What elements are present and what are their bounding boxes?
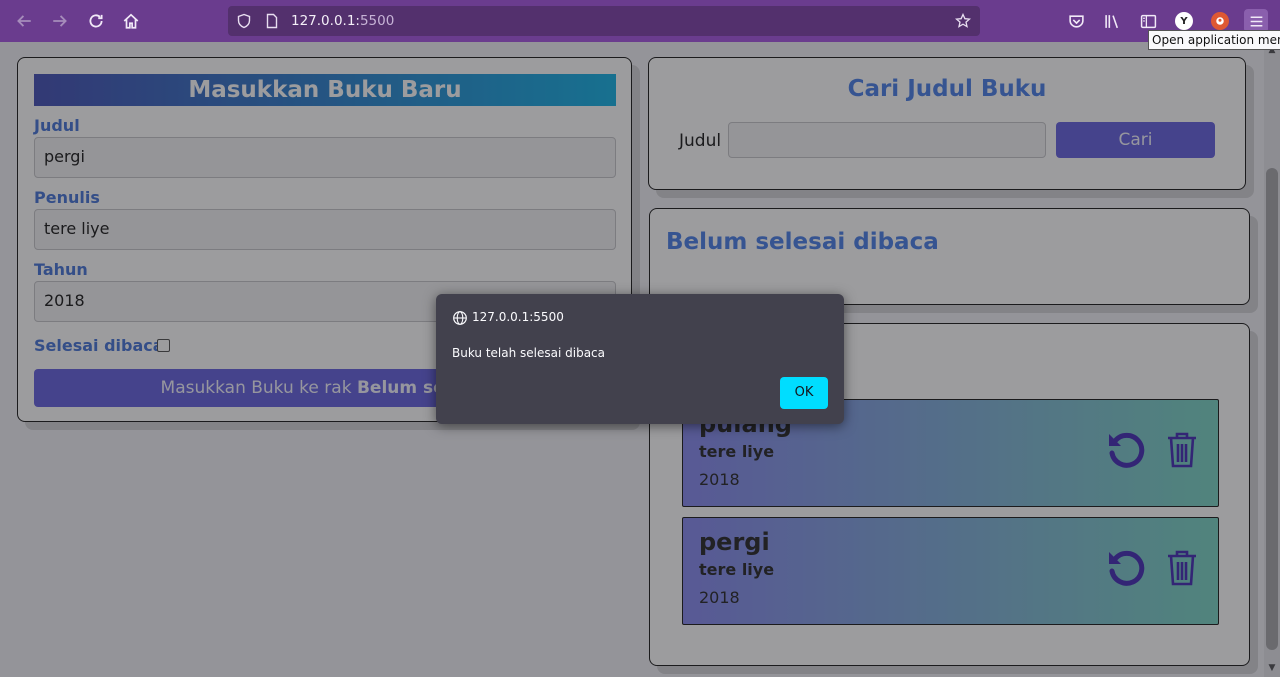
url-text[interactable]: 127.0.0.1:5500	[291, 13, 394, 29]
library-icon[interactable]	[1100, 9, 1124, 33]
menu-tooltip: Open application menu	[1148, 30, 1280, 50]
back-arrow-icon[interactable]	[12, 9, 36, 33]
dialog-origin: 127.0.0.1:5500	[472, 310, 564, 324]
bookmark-star-icon[interactable]	[954, 12, 972, 29]
scrollbar-thumb[interactable]	[1266, 168, 1278, 650]
shield-icon[interactable]	[236, 13, 252, 29]
dialog-message: Buku telah selesai dibaca	[452, 346, 606, 360]
url-bar[interactable]: 127.0.0.1:5500	[228, 6, 980, 36]
ok-button[interactable]: OK	[780, 377, 828, 409]
browser-toolbar: 127.0.0.1:5500 Y	[0, 0, 1280, 42]
forward-arrow-icon[interactable]	[48, 9, 72, 33]
pocket-icon[interactable]	[1064, 9, 1088, 33]
scroll-down-arrow-icon[interactable]: ▼	[1266, 662, 1278, 674]
reload-icon[interactable]	[84, 9, 108, 33]
home-icon[interactable]	[119, 9, 143, 33]
page-icon[interactable]	[264, 13, 280, 29]
globe-icon	[452, 310, 468, 326]
alert-dialog: 127.0.0.1:5500 Buku telah selesai dibaca…	[436, 294, 844, 424]
